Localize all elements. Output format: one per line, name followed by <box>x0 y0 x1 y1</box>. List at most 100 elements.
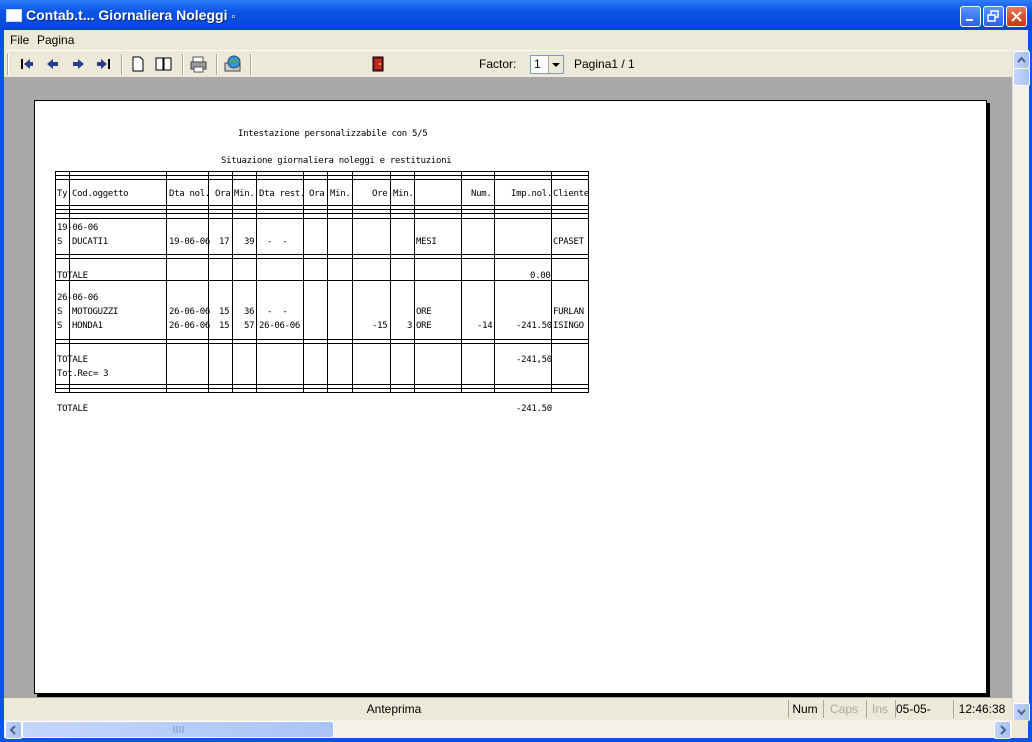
preview-viewport[interactable]: Intestazione personalizzabile con 5/5 Si… <box>4 77 1012 697</box>
cell-ty: S <box>57 307 63 317</box>
toolbar-separator <box>182 54 184 75</box>
column-header: Cliente <box>553 189 589 199</box>
group-total-value: -241,50 <box>516 355 552 365</box>
group-total-value: 0.00 <box>530 271 551 281</box>
report-header: Intestazione personalizzabile con 5/5 <box>238 129 428 139</box>
previous-page-icon[interactable] <box>43 54 63 74</box>
grand-total-value: -241.50 <box>516 404 552 414</box>
scroll-down-button[interactable] <box>1013 703 1030 721</box>
column-rule <box>390 171 391 393</box>
dropdown-arrow[interactable] <box>548 56 563 73</box>
cell-dta: 26-06-06 <box>169 321 210 331</box>
column-rule <box>461 171 462 393</box>
page-indicator: Pagina1 / 1 <box>574 57 635 71</box>
column-rule <box>327 171 328 393</box>
two-pages-icon[interactable] <box>154 54 174 74</box>
toolbar-separator <box>250 54 252 75</box>
group-date: 19-06-06 <box>57 223 98 233</box>
exit-door-icon[interactable] <box>368 54 388 74</box>
column-rule <box>208 171 209 393</box>
cell-dta: 26-06-06 <box>169 307 210 317</box>
toolbar-separator <box>121 54 123 75</box>
column-header: Min. <box>330 189 351 199</box>
column-header: Dta rest. <box>259 189 306 199</box>
cell-cliente: CPASET <box>553 237 584 247</box>
column-rule <box>352 171 353 393</box>
minimize-icon <box>966 19 973 21</box>
column-header: Ora <box>215 189 231 199</box>
client-area: File Pagina Factor: 1 Pagina1 / 1 Intest… <box>4 30 1030 739</box>
group-date: 26-06-06 <box>57 293 98 303</box>
scrollbar-corner <box>1012 720 1028 738</box>
record-count: Tot.Rec= 3 <box>57 369 109 379</box>
table-rule <box>55 218 588 219</box>
grand-total-label: TOTALE <box>57 404 88 414</box>
chevron-down-icon <box>552 63 560 67</box>
menu-pagina[interactable]: Pagina <box>37 33 74 47</box>
cell-ty: S <box>57 237 63 247</box>
table-rule <box>55 388 588 393</box>
close-button[interactable] <box>1006 6 1027 27</box>
factor-value: 1 <box>534 57 541 71</box>
first-page-icon[interactable] <box>17 54 37 74</box>
toolbar: Factor: 1 Pagina1 / 1 <box>4 50 1012 78</box>
title-bar[interactable]: Contab.t... Giornaliera Noleggi ▫ <box>0 0 1032 30</box>
column-rule <box>588 171 589 393</box>
column-header: Imp.nol. <box>511 189 552 199</box>
cell-ora: 17 <box>219 237 230 247</box>
cell-cod: HONDA1 <box>72 321 103 331</box>
horizontal-scrollbar[interactable] <box>4 720 1012 739</box>
cell-rest: 26-06-06 <box>259 321 300 331</box>
grip-icon <box>173 726 184 733</box>
printer-icon[interactable] <box>189 54 209 74</box>
close-icon <box>1011 11 1022 22</box>
column-header: Ore <box>372 189 388 199</box>
column-rule <box>303 171 304 393</box>
factor-label: Factor: <box>479 57 517 71</box>
column-header: Ty <box>57 189 68 199</box>
chevron-up-icon <box>1017 56 1026 63</box>
cell-tipo: ORE <box>416 307 432 317</box>
scroll-up-button[interactable] <box>1013 51 1030 69</box>
cell-tipo: MESI <box>416 237 437 247</box>
status-mode: Anteprima <box>366 702 422 716</box>
cell-num: -14 <box>477 321 493 331</box>
toolbar-grip <box>7 54 9 75</box>
status-date: 05-05-2016 <box>895 700 951 718</box>
table-rule <box>55 339 588 344</box>
column-header: Min. <box>393 189 414 199</box>
factor-select[interactable]: 1 <box>530 55 564 74</box>
cell-ty: S <box>57 321 63 331</box>
status-time: 12:46:38 <box>953 700 1010 718</box>
scroll-left-button[interactable] <box>5 721 22 739</box>
toolbar-separator <box>216 54 218 75</box>
cell-tipo: ORE <box>416 321 432 331</box>
column-rule <box>166 171 167 393</box>
scroll-right-button[interactable] <box>994 721 1011 739</box>
chevron-left-icon <box>9 725 16 735</box>
table-rule <box>55 175 588 180</box>
export-globe-icon[interactable] <box>223 54 243 74</box>
horizontal-scroll-thumb[interactable] <box>22 721 334 738</box>
table-rule <box>55 209 588 214</box>
cell-rmin: 3 <box>407 321 413 331</box>
app-icon <box>6 9 22 22</box>
report-subtitle: Situazione giornaliera noleggi e restitu… <box>221 156 452 166</box>
cell-rest: - - <box>267 307 288 317</box>
minimize-button[interactable] <box>960 6 981 27</box>
vertical-scroll-thumb[interactable] <box>1013 68 1030 86</box>
cell-min: 39 <box>244 237 255 247</box>
last-page-icon[interactable] <box>94 54 114 74</box>
status-num: Num <box>788 700 821 718</box>
column-rule <box>232 171 233 393</box>
chevron-right-icon <box>1000 725 1007 735</box>
vertical-scrollbar[interactable] <box>1012 50 1030 721</box>
application-window: Contab.t... Giornaliera Noleggi ▫ File P… <box>0 0 1032 742</box>
next-page-icon[interactable] <box>68 54 88 74</box>
column-header: Cod.oggetto <box>72 189 129 199</box>
cell-imp: -241.50 <box>516 321 552 331</box>
cell-dta: 19-06-06 <box>169 237 210 247</box>
single-page-icon[interactable] <box>128 54 148 74</box>
menu-file[interactable]: File <box>10 33 29 47</box>
restore-button[interactable] <box>983 6 1004 27</box>
